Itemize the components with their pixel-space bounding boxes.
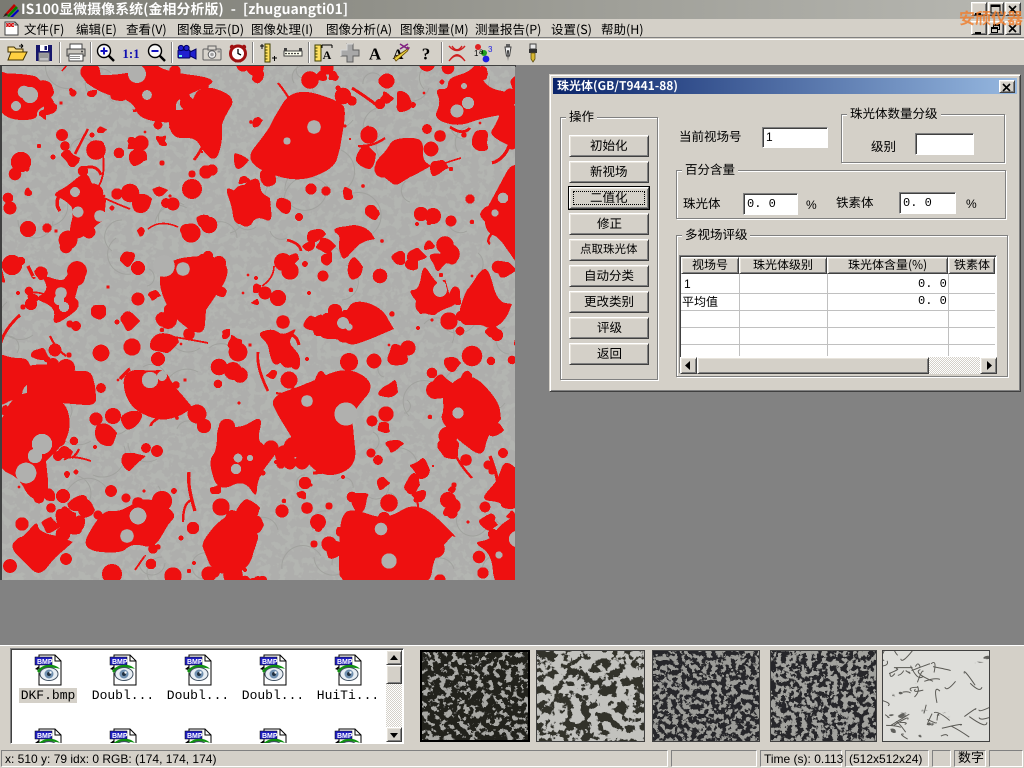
svg-text:1:1: 1:1 (122, 46, 139, 61)
svg-text:A: A (369, 45, 382, 64)
svg-text:DOC: DOC (6, 23, 17, 28)
svg-text:A: A (323, 48, 332, 62)
svg-text:3: 3 (488, 45, 493, 54)
svg-text:a: a (479, 47, 484, 56)
svg-text:?: ? (422, 45, 431, 64)
